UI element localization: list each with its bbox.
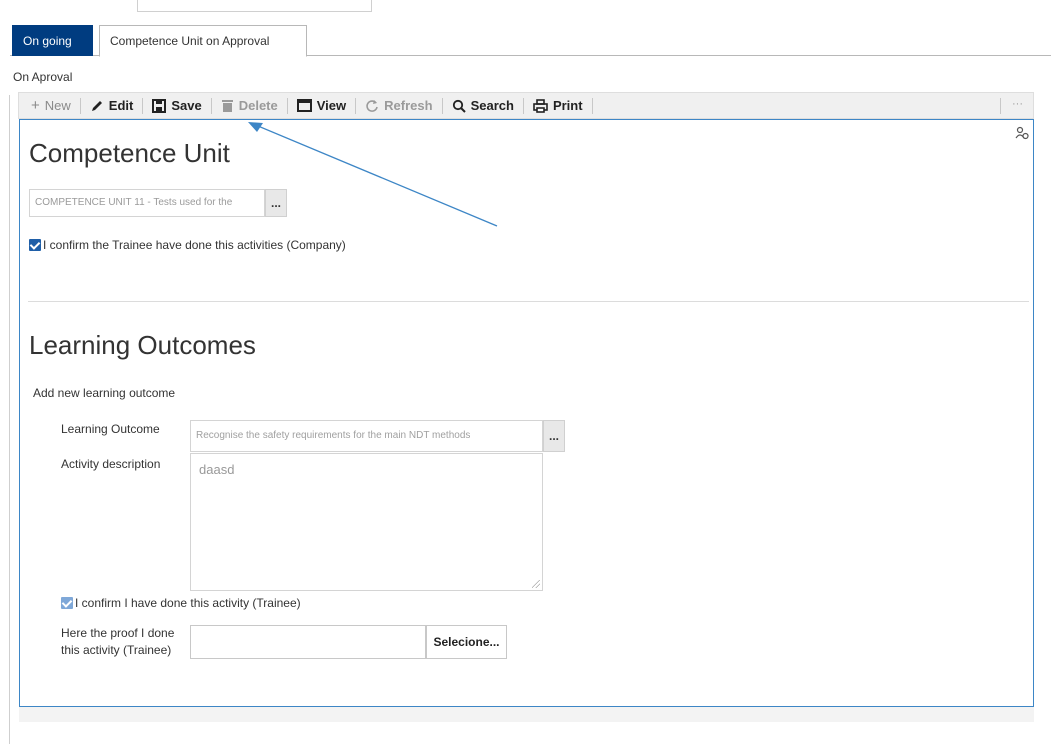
annotation-arrow [248, 122, 498, 227]
